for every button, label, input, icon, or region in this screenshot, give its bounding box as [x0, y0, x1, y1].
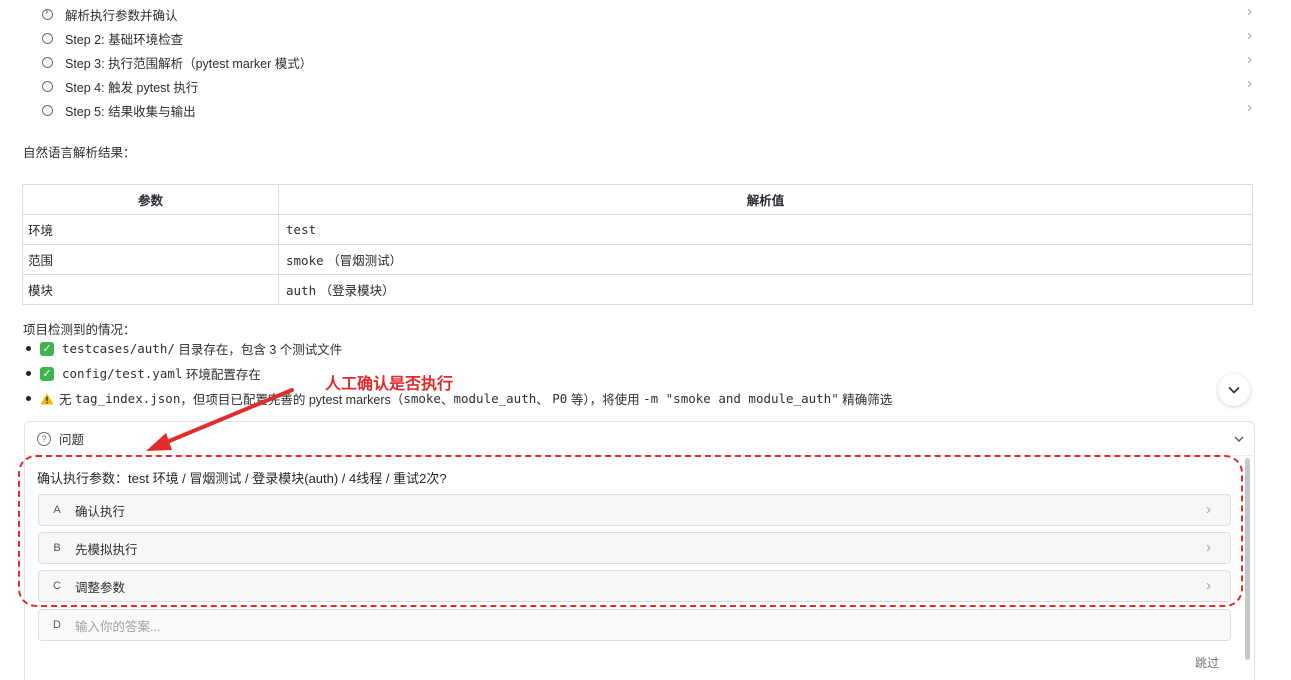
chevron-right-icon: › [1206, 500, 1211, 518]
table-row: 范围 smoke （冒烟测试） [22, 244, 1253, 275]
pending-step-icon [42, 80, 53, 92]
chevron-down-icon [1228, 386, 1240, 394]
answer-placeholder: 输入你的答案... [75, 619, 161, 634]
step-list: 解析执行参数并确认 › Step 2: 基础环境检查 › Step 3: 执行范… [42, 2, 1252, 122]
check-mark-icon: ✓ [40, 366, 54, 381]
check-mark-icon: ✓ [40, 341, 54, 356]
option-key: C [53, 580, 61, 592]
item-text: 环境配置存在 [185, 368, 261, 382]
param-code: smoke [286, 253, 324, 268]
chat-page: 解析执行参数并确认 › Step 2: 基础环境检查 › Step 3: 执行范… [0, 0, 1291, 680]
question-header-title: 问题 [59, 433, 85, 447]
inline-code: P0 [552, 391, 568, 406]
param-name: 模块 [22, 274, 279, 305]
option-key: B [53, 542, 61, 554]
param-name: 环境 [22, 214, 279, 245]
table-row: 环境 test [22, 214, 1253, 245]
chevron-right-icon: › [1247, 50, 1252, 68]
chevron-right-icon: › [1247, 2, 1252, 20]
list-item: ✓ config/test.yaml 环境配置存在 [22, 361, 1022, 386]
param-name: 范围 [22, 244, 279, 275]
item-text: 目录存在，包含 3 个测试文件 [178, 343, 343, 357]
step-item-2[interactable]: Step 2: 基础环境检查 › [42, 26, 1252, 50]
list-item: 无 tag_index.json ，但项目已配置完善的 pytest marke… [22, 386, 1022, 411]
detect-list: ✓ testcases/auth/ 目录存在，包含 3 个测试文件 ✓ conf… [22, 336, 1022, 411]
param-value: auth （登录模块） [278, 274, 1253, 305]
param-value: smoke （冒烟测试） [278, 244, 1253, 275]
bullet-dot [26, 346, 31, 351]
chevron-down-icon [1234, 436, 1244, 442]
step-label: Step 2: 基础环境检查 [65, 32, 184, 47]
table-header: 参数 [22, 184, 279, 215]
skip-button[interactable]: 跳过 [1195, 654, 1219, 671]
inline-code: config/test.yaml [62, 366, 183, 381]
param-note: （冒烟测试） [327, 254, 403, 268]
step-label: Step 5: 结果收集与输出 [65, 104, 196, 119]
option-label: 调整参数 [75, 580, 126, 595]
item-text: 、 [440, 393, 454, 407]
nl-result-title: 自然语言解析结果： [23, 146, 136, 160]
step-item-4[interactable]: Step 4: 触发 pytest 执行 › [42, 74, 1252, 98]
chevron-right-icon: › [1247, 26, 1252, 44]
option-key: D [53, 619, 61, 631]
step-item-3[interactable]: Step 3: 执行范围解析（pytest marker 模式） › [42, 50, 1252, 74]
chevron-right-icon: › [1206, 576, 1211, 594]
item-text: 、 [536, 393, 549, 407]
param-code: test [286, 222, 317, 237]
step-label: 解析执行参数并确认 [65, 8, 178, 23]
collapse-button[interactable] [1224, 431, 1254, 446]
scrollbar[interactable] [1245, 458, 1250, 660]
chevron-right-icon: › [1206, 538, 1211, 556]
question-panel: ? 问题 确认执行参数：test 环境 / 冒烟测试 / 登录模块(auth) … [24, 421, 1255, 680]
warning-icon [40, 393, 54, 405]
step-label: Step 3: 执行范围解析（pytest marker 模式） [65, 56, 313, 71]
step-item-5[interactable]: Step 5: 结果收集与输出 › [42, 98, 1252, 122]
list-item: ✓ testcases/auth/ 目录存在，包含 3 个测试文件 [22, 336, 1022, 361]
question-text: 确认执行参数：test 环境 / 冒烟测试 / 登录模块(auth) / 4线程… [37, 471, 447, 486]
bullet-dot [26, 371, 31, 376]
table-header: 解析值 [278, 184, 1253, 215]
param-table: 参数 解析值 环境 test 范围 smoke （冒烟测试） 模块 auth （… [22, 184, 1253, 305]
item-text: 等），将使用 [570, 393, 640, 407]
option-label: 确认执行 [75, 504, 126, 519]
step-item-1[interactable]: 解析执行参数并确认 › [42, 2, 1252, 26]
step-label: Step 4: 触发 pytest 执行 [65, 80, 199, 95]
param-note: （登录模块） [319, 284, 395, 298]
item-text: 精确筛选 [842, 393, 893, 407]
item-text: 无 [59, 393, 72, 407]
question-header: ? 问题 [25, 422, 1254, 456]
inline-code: smoke [403, 391, 441, 406]
question-icon: ? [37, 431, 51, 446]
pending-step-icon [42, 104, 53, 116]
option-c-button[interactable]: C 调整参数 › [38, 570, 1231, 602]
inline-code: tag_index.json [75, 391, 181, 406]
chevron-right-icon: › [1247, 74, 1252, 92]
option-key: A [53, 504, 61, 516]
current-step-icon [42, 6, 53, 20]
inline-code: module_auth [453, 391, 537, 406]
inline-code: -m "smoke and module_auth" [643, 391, 839, 406]
item-text: ，但项目已配置完善的 pytest markers（ [180, 393, 404, 407]
bullet-dot [26, 396, 31, 401]
answer-input[interactable]: D 输入你的答案... [38, 609, 1231, 641]
table-row: 模块 auth （登录模块） [22, 274, 1253, 305]
scroll-down-button[interactable] [1218, 374, 1250, 406]
inline-code: testcases/auth/ [62, 341, 175, 356]
table-header-row: 参数 解析值 [22, 184, 1253, 215]
param-code: auth [286, 283, 317, 298]
param-value: test [278, 214, 1253, 245]
pending-step-icon [42, 32, 53, 44]
pending-step-icon [42, 56, 53, 68]
option-a-button[interactable]: A 确认执行 › [38, 494, 1231, 526]
option-b-button[interactable]: B 先模拟执行 › [38, 532, 1231, 564]
chevron-right-icon: › [1247, 98, 1252, 116]
option-label: 先模拟执行 [75, 542, 138, 557]
